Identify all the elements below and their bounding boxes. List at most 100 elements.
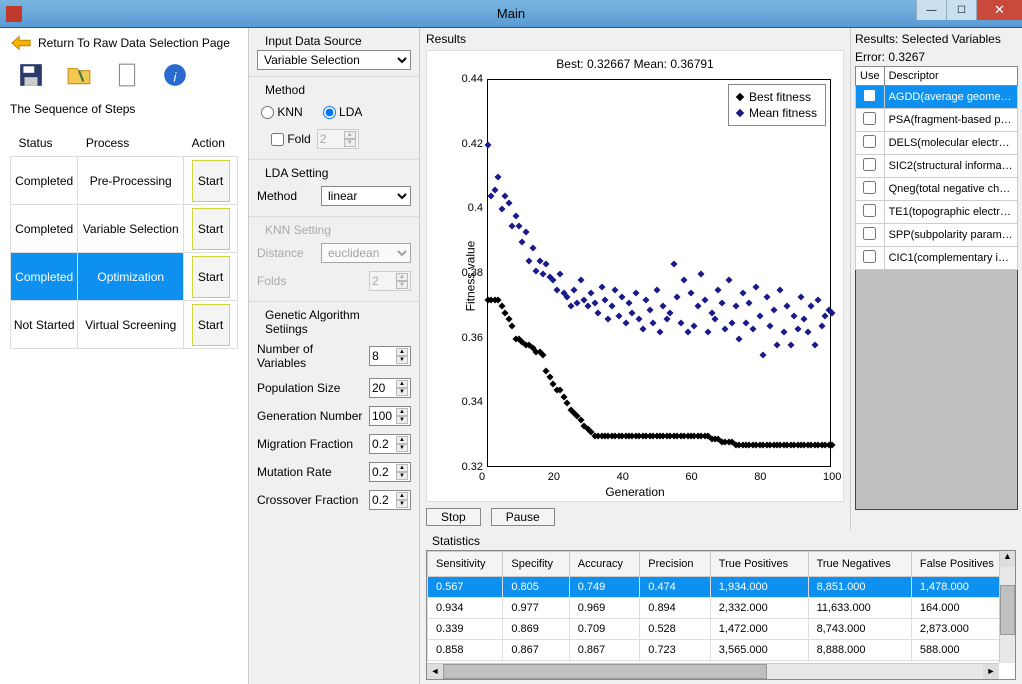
data-point: [612, 287, 619, 294]
use-checkbox[interactable]: [863, 227, 876, 240]
radio-lda[interactable]: LDA: [323, 105, 363, 119]
sequence-header: The Sequence of Steps: [10, 102, 238, 116]
step-process: Optimization: [78, 253, 184, 301]
stats-col[interactable]: Sensitivity: [428, 552, 503, 577]
save-icon[interactable]: [16, 60, 46, 90]
data-point: [770, 306, 777, 313]
return-link[interactable]: Return To Raw Data Selection Page: [38, 36, 230, 50]
use-checkbox[interactable]: [863, 250, 876, 263]
stats-cell: 2,332.000: [710, 598, 808, 619]
data-point: [694, 303, 701, 310]
knn-folds-spin: 2▲▼: [369, 271, 411, 291]
stats-row[interactable]: 0.5670.8050.7490.4741,934.0008,851.0001,…: [428, 577, 1015, 598]
data-point: [684, 329, 691, 336]
stats-cell: 8,743.000: [808, 619, 911, 640]
stats-row[interactable]: 0.3390.8690.7090.5281,472.0008,743.0002,…: [428, 619, 1015, 640]
step-row[interactable]: Completed Optimization Start: [11, 253, 238, 301]
col-action: Action: [184, 130, 238, 157]
data-point: [756, 312, 763, 319]
step-row[interactable]: Completed Variable Selection Start: [11, 205, 238, 253]
selected-variables-panel: Results: Selected Variables Error: 0.326…: [850, 28, 1022, 530]
pause-button[interactable]: Pause: [491, 508, 555, 526]
fold-checkbox[interactable]: Fold: [271, 132, 311, 146]
start-button[interactable]: Start: [192, 256, 230, 298]
data-point: [622, 319, 629, 326]
variable-row[interactable]: Qneg(total negative char...: [856, 178, 1018, 201]
knn-distance-dropdown: euclidean: [321, 243, 411, 263]
data-point: [605, 316, 612, 323]
data-point: [777, 287, 784, 294]
step-status: Not Started: [11, 301, 78, 349]
descriptor-name: DELS(molecular electrot...: [884, 132, 1017, 155]
data-point: [677, 319, 684, 326]
use-checkbox[interactable]: [863, 204, 876, 217]
xtick: 60: [685, 471, 697, 483]
step-row[interactable]: Completed Pre-Processing Start: [11, 157, 238, 205]
data-point: [539, 351, 546, 358]
stats-hscroll[interactable]: ◄►: [427, 663, 999, 679]
xtick: 40: [617, 471, 629, 483]
variable-row[interactable]: PSA(fragment-based pol...: [856, 109, 1018, 132]
descriptor-name: Qneg(total negative char...: [884, 178, 1017, 201]
close-button[interactable]: ✕: [976, 0, 1022, 20]
data-point: [629, 309, 636, 316]
variable-row[interactable]: TE1(topographic electro...: [856, 201, 1018, 224]
data-point: [674, 293, 681, 300]
ga-param-spin[interactable]: 8▲▼: [369, 346, 411, 366]
left-panel: Return To Raw Data Selection Page i The …: [0, 28, 248, 684]
stop-button[interactable]: Stop: [426, 508, 481, 526]
stats-vscroll[interactable]: ▲: [999, 551, 1015, 663]
use-checkbox[interactable]: [863, 158, 876, 171]
data-point: [584, 303, 591, 310]
use-checkbox[interactable]: [863, 112, 876, 125]
data-point: [780, 329, 787, 336]
ga-param-spin[interactable]: 0.2▲▼: [369, 462, 411, 482]
open-folder-icon[interactable]: [64, 60, 94, 90]
lda-method-label: Method: [257, 189, 297, 203]
ga-param-spin[interactable]: 100▲▼: [369, 406, 411, 426]
stats-col[interactable]: Specifity: [503, 552, 569, 577]
stats-col[interactable]: True Positives: [710, 552, 808, 577]
info-icon[interactable]: i: [160, 60, 190, 90]
data-point: [653, 287, 660, 294]
col-process: Process: [78, 130, 184, 157]
radio-knn[interactable]: KNN: [261, 105, 303, 119]
start-button[interactable]: Start: [192, 160, 230, 202]
use-checkbox[interactable]: [863, 135, 876, 148]
stats-col[interactable]: True Negatives: [808, 552, 911, 577]
stats-col[interactable]: Accuracy: [569, 552, 640, 577]
variable-row[interactable]: CIC1(complementary info...: [856, 247, 1018, 270]
lda-method-dropdown[interactable]: linear: [321, 186, 411, 206]
stats-row[interactable]: 0.8580.8670.8670.7233,565.0008,888.00058…: [428, 640, 1015, 661]
variable-row[interactable]: SIC2(structural informatio...: [856, 155, 1018, 178]
step-row[interactable]: Not Started Virtual Screening Start: [11, 301, 238, 349]
data-point: [725, 277, 732, 284]
minimize-button[interactable]: —: [916, 0, 946, 20]
maximize-button[interactable]: ☐: [946, 0, 976, 20]
ga-param-label: Crossover Fraction: [257, 493, 358, 507]
stats-row[interactable]: 0.9340.9770.9690.8942,332.00011,633.0001…: [428, 598, 1015, 619]
ga-param-spin[interactable]: 20▲▼: [369, 378, 411, 398]
ga-param-spin[interactable]: 0.2▲▼: [369, 490, 411, 510]
xtick: 100: [823, 471, 841, 483]
document-icon[interactable]: [112, 60, 142, 90]
data-point: [701, 296, 708, 303]
start-button[interactable]: Start: [192, 208, 230, 250]
start-button[interactable]: Start: [192, 304, 230, 346]
knn-setting-label: KNN Setting: [257, 219, 411, 239]
input-source-dropdown[interactable]: Variable Selection: [257, 50, 411, 70]
use-checkbox[interactable]: [863, 89, 876, 102]
ga-param-label: Number of Variables: [257, 342, 365, 370]
data-point: [736, 335, 743, 342]
ga-param-spin[interactable]: 0.2▲▼: [369, 434, 411, 454]
back-arrow-icon[interactable]: [10, 34, 32, 52]
variable-row[interactable]: DELS(molecular electrot...: [856, 132, 1018, 155]
use-checkbox[interactable]: [863, 181, 876, 194]
variable-row[interactable]: AGDD(average geometri...: [856, 86, 1018, 109]
data-point: [705, 329, 712, 336]
data-point: [570, 287, 577, 294]
variable-row[interactable]: SPP(subpolarity parameter): [856, 224, 1018, 247]
stats-cell: 0.805: [503, 577, 569, 598]
stats-col[interactable]: Precision: [640, 552, 711, 577]
data-point: [687, 290, 694, 297]
